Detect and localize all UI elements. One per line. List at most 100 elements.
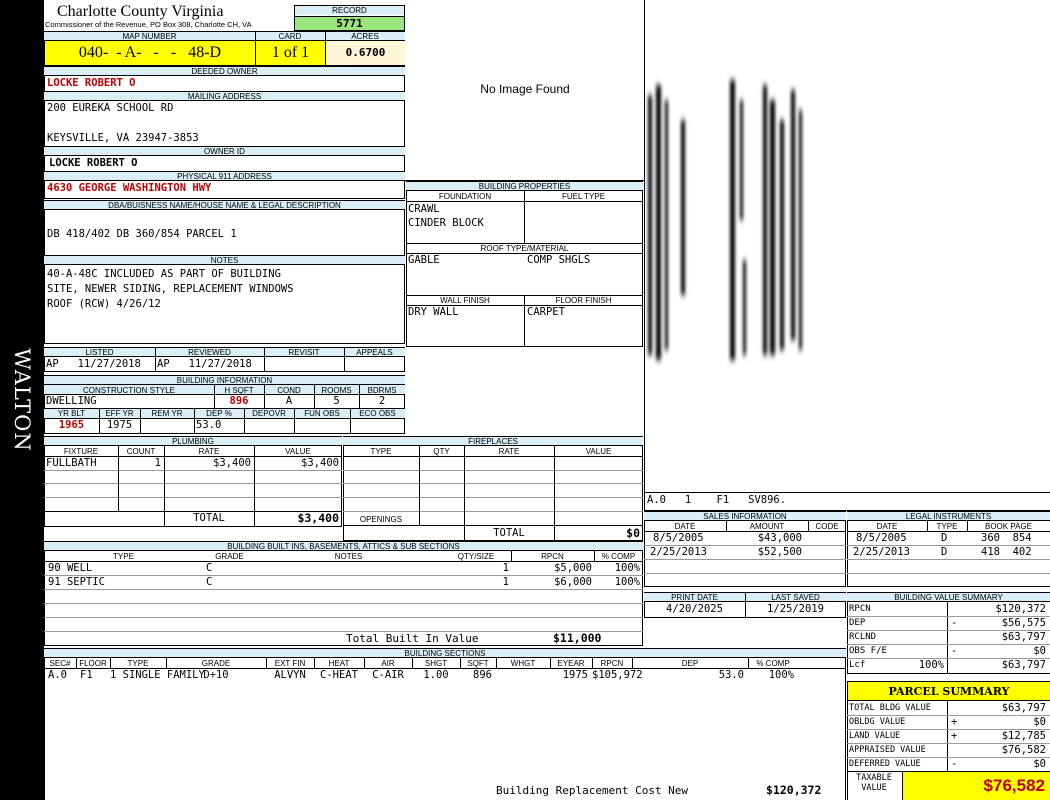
- cond-value: A: [285, 395, 293, 407]
- notes-line-3: ROOF (RCW) 4/26/12: [47, 298, 161, 310]
- county-subtitle: Commissioner of the Revenue, PO Box 308,…: [45, 20, 252, 29]
- builtin-2-rpcn: $6,000: [554, 576, 592, 588]
- floor-finish-label: FLOOR FINISH: [555, 296, 612, 305]
- roof-material: COMP SHGLS: [527, 254, 591, 266]
- fireplace-col-rate: RATE: [498, 447, 520, 456]
- section-cell-comp: 100%: [768, 669, 794, 681]
- legal-2-book: 418 402: [981, 546, 1032, 558]
- parcel-deferred-label: DEFERRED VALUE: [849, 759, 921, 769]
- physical-address-label: PHYSICAL 911 ADDRESS: [44, 171, 405, 181]
- appeals-label: APPEALS: [356, 348, 393, 357]
- legal-1-book: 360 854: [981, 532, 1032, 544]
- bvs-obs-label: OBS F/E: [849, 646, 887, 656]
- builtin-col-notes: NOTES: [334, 552, 363, 561]
- plumbing-rate: $3,400: [213, 457, 251, 469]
- builtin-col-qty: QTY/SIZE: [457, 552, 495, 561]
- replacement-cost-label: Building Replacement Cost New: [496, 784, 689, 797]
- sales-title: SALES INFORMATION: [644, 511, 846, 521]
- builtin-total: $11,000: [553, 631, 602, 645]
- print-date-label: PRINT DATE: [671, 593, 718, 602]
- card-label: CARD: [278, 32, 302, 41]
- section-col-comp: % COMP: [756, 659, 790, 668]
- taxable-label-1: TAXABLE: [856, 773, 892, 783]
- eff-yr-label: EFF YR: [105, 409, 134, 418]
- sale-2-date: 2/25/2013: [650, 546, 707, 558]
- builtin-2-type: 91 SEPTIC: [48, 576, 105, 588]
- roof-type: GABLE: [408, 254, 440, 266]
- bvs-title: BUILDING VALUE SUMMARY: [847, 592, 1050, 602]
- plumbing-count: 1: [154, 457, 161, 469]
- parcel-bldg: $63,797: [1001, 702, 1046, 714]
- sale-2-amount: $52,500: [757, 546, 802, 558]
- bvs-rclnd: $63,797: [1001, 631, 1046, 643]
- builtin-col-grade: GRADE: [215, 552, 244, 561]
- legal-col-book: BOOK PAGE: [985, 522, 1032, 531]
- parcel-land-label: LAND VALUE: [849, 731, 901, 741]
- section-cell-floor: F1: [80, 669, 93, 681]
- section-col-eyear: EYEAR: [557, 659, 585, 668]
- notes-label: NOTES: [44, 255, 405, 265]
- dep-pct-value: 53.0: [196, 419, 222, 431]
- built-ins-title: BUILDING BUILT INS, BASEMENTS, ATTICS & …: [44, 541, 643, 551]
- section-cell-eyear: 1975: [562, 669, 588, 681]
- section-cell-grade: D+10: [203, 669, 229, 681]
- parcel-appraised: $76,582: [1001, 744, 1046, 756]
- bvs-lcf-pct: 100%: [918, 659, 944, 671]
- construction-style-label: CONSTRUCTION STYLE: [82, 386, 175, 395]
- bvs-rpcn: $120,372: [995, 603, 1046, 615]
- hsqft-label: H SQFT: [224, 386, 254, 395]
- section-col-heat: HEAT: [328, 659, 350, 668]
- builtin-1-comp: 100%: [614, 562, 640, 574]
- sale-1-date: 8/5/2005: [653, 532, 704, 544]
- section-cell-rpcn: $105,972: [592, 669, 643, 681]
- dba-label: DBA/BUISNESS NAME/HOUSE NAME & LEGAL DES…: [44, 200, 405, 210]
- sales-col-code: CODE: [815, 522, 839, 531]
- foundation-1: CRAWL: [408, 203, 440, 215]
- bvs-dep-label: DEP: [849, 618, 866, 628]
- revisit-label: REVISIT: [288, 348, 320, 357]
- mailing-line-2: KEYSVILLE, VA 23947-3853: [47, 132, 199, 144]
- notes-line-2: SITE, NEWER SIDING, REPLACEMENT WINDOWS: [47, 283, 294, 295]
- legal-col-date: DATE: [876, 522, 898, 531]
- legal-1-date: 8/5/2005: [856, 532, 907, 544]
- plumbing-col-count: COUNT: [126, 447, 156, 456]
- sale-1-amount: $43,000: [757, 532, 802, 544]
- fireplaces-title: FIREPLACES: [343, 436, 643, 446]
- section-col-rpcn: RPCN: [600, 659, 624, 668]
- no-image-text: No Image Found: [480, 82, 570, 96]
- record-value: 5771: [295, 16, 404, 30]
- bvs-dep: $56,575: [1001, 617, 1046, 629]
- fireplace-col-qty: QTY: [433, 447, 450, 456]
- fireplace-col-type: TYPE: [370, 447, 392, 456]
- taxable-label-2: VALUE: [861, 783, 887, 793]
- sales-col-date: DATE: [674, 522, 696, 531]
- parcel-land: $12,785: [1001, 730, 1046, 742]
- section-col-type: TYPE: [127, 659, 149, 668]
- fireplace-col-value: VALUE: [585, 447, 612, 456]
- fun-obs-label: FUN OBS: [304, 409, 340, 418]
- builtin-col-type: TYPE: [113, 552, 134, 561]
- builtin-2-qty: 1: [502, 576, 509, 588]
- rem-yr-label: REM YR: [151, 409, 183, 418]
- plumbing-title: PLUMBING: [44, 436, 342, 446]
- plumbing-col-fixture: FIXTURE: [63, 447, 99, 456]
- section-cell-sqft: 896: [473, 669, 492, 681]
- eco-obs-label: ECO OBS: [359, 409, 396, 418]
- builtin-total-label: Total Built In Value: [346, 632, 479, 645]
- wall-finish: DRY WALL: [408, 306, 459, 318]
- section-col-sec: SEC#: [49, 659, 71, 668]
- acres-value: 0.6700: [326, 41, 405, 65]
- mailing-address-label: MAILING ADDRESS: [44, 91, 405, 101]
- plumbing-total: $3,400: [297, 511, 339, 525]
- replacement-cost: $120,372: [766, 783, 822, 797]
- physical-address: 4630 GEORGE WASHINGTON HWY: [47, 182, 212, 194]
- fireplace-total-label: TOTAL: [493, 527, 525, 539]
- bvs-obs: $0: [1033, 645, 1046, 657]
- building-sections-title: BUILDING SECTIONS: [44, 648, 846, 658]
- plumbing-col-rate: RATE: [198, 447, 220, 456]
- parcel-summary-title: PARCEL SUMMARY: [848, 682, 1050, 701]
- sales-col-amount: AMOUNT: [749, 522, 785, 531]
- district-label: WALTON: [10, 348, 34, 452]
- section-col-air: AIR: [381, 659, 395, 668]
- print-date: 4/20/2025: [666, 603, 723, 615]
